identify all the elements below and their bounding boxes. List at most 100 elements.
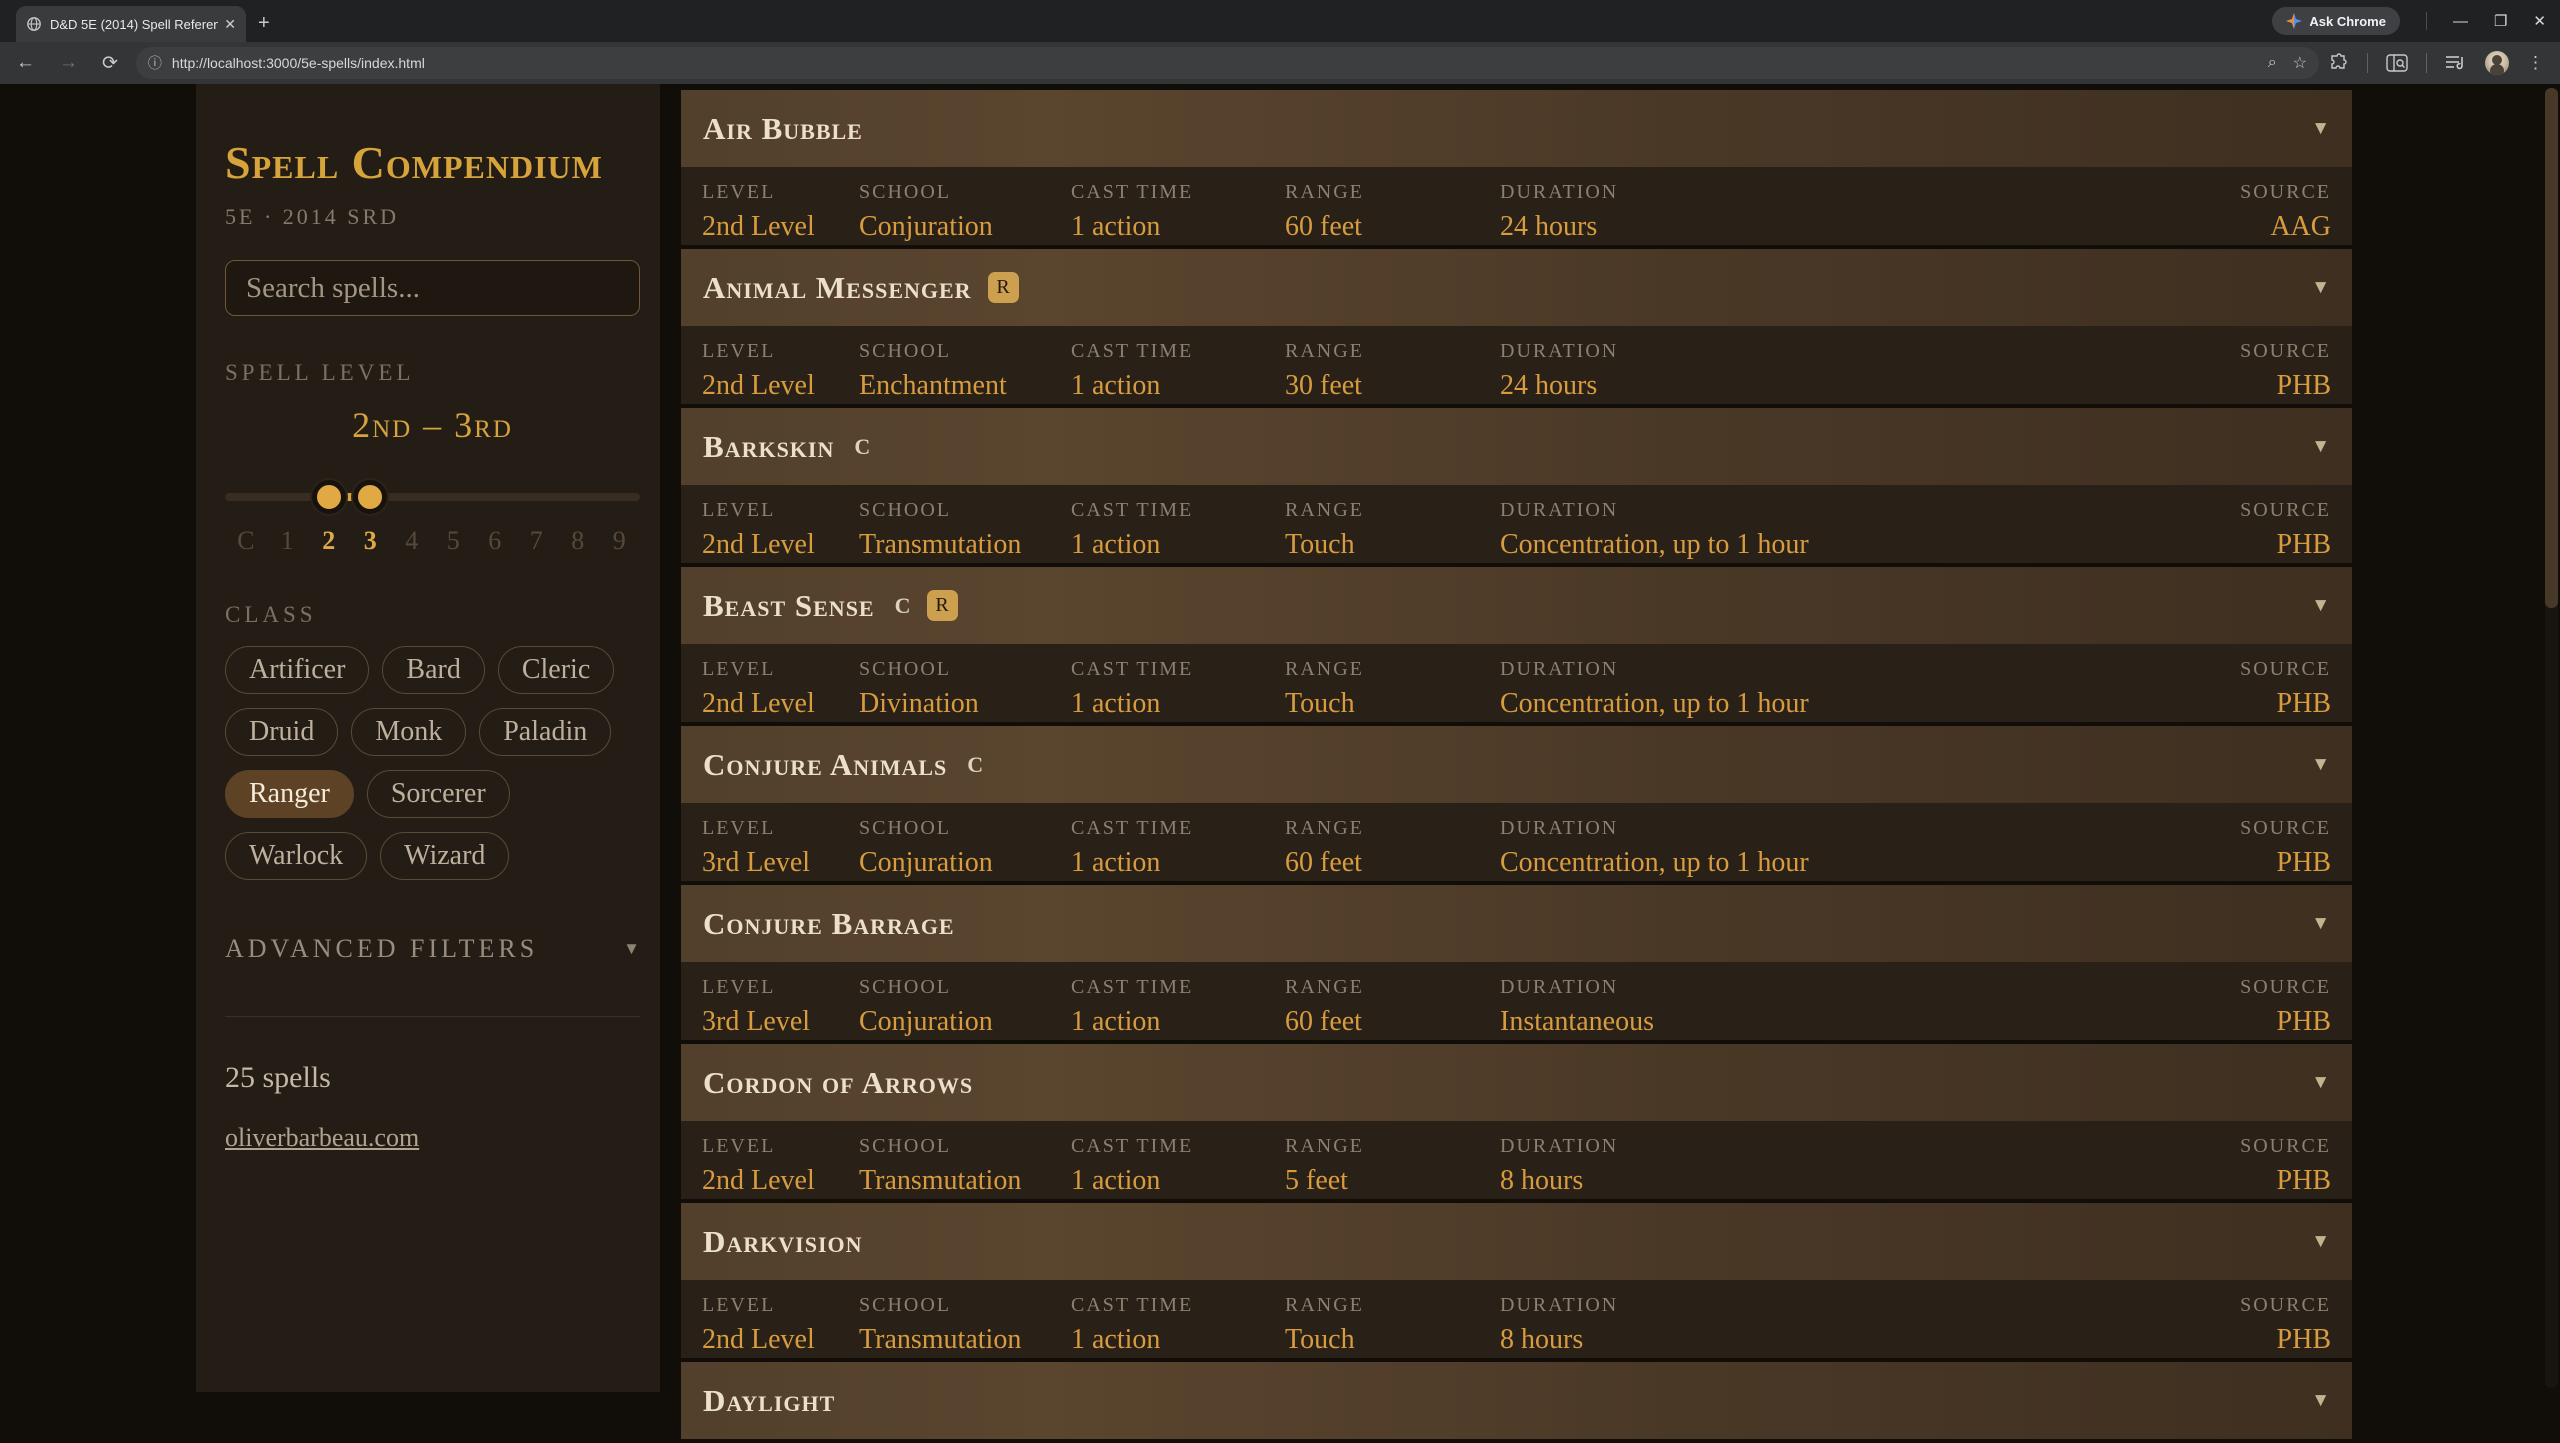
zoom-icon[interactable]: ⌕ xyxy=(2268,54,2277,72)
spell-cast-time-value: 1 action xyxy=(1071,1006,1285,1038)
chevron-down-icon[interactable]: ▼ xyxy=(2311,277,2330,299)
spell-header[interactable]: Conjure Animals C ▼ xyxy=(681,726,2352,803)
back-icon[interactable]: ← xyxy=(16,52,35,74)
spell-level-slider[interactable] xyxy=(225,480,640,514)
spell-header[interactable]: Conjure Barrage ▼ xyxy=(681,885,2352,962)
spell-details: Level2nd Level SchoolDivination Cast Tim… xyxy=(681,644,2352,722)
column-label: Level xyxy=(702,1294,859,1317)
extensions-icon[interactable] xyxy=(2329,53,2349,73)
slider-handle-min[interactable] xyxy=(312,480,346,514)
chevron-down-icon[interactable]: ▼ xyxy=(2311,1072,2330,1094)
chevron-down-icon[interactable]: ▼ xyxy=(2311,118,2330,140)
advanced-filters-toggle[interactable]: Advanced Filters ▼ xyxy=(225,934,640,964)
column-label: Cast Time xyxy=(1071,181,1285,204)
spell-header[interactable]: Beast Sense C R ▼ xyxy=(681,567,2352,644)
class-pill-druid[interactable]: Druid xyxy=(225,708,338,756)
spell-duration-value: 8 hours xyxy=(1500,1165,2240,1197)
column-label: Cast Time xyxy=(1071,1135,1285,1158)
chevron-down-icon[interactable]: ▼ xyxy=(2311,913,2330,935)
page-info-icon[interactable]: ⓘ xyxy=(148,53,162,73)
spell-duration-value: 24 hours xyxy=(1500,370,2240,402)
spell-header[interactable]: Barkskin C ▼ xyxy=(681,408,2352,485)
column-label: Cast Time xyxy=(1071,817,1285,840)
spell-level-value: 3rd Level xyxy=(702,847,859,879)
spell-source-value: PHB xyxy=(2240,1324,2331,1356)
chevron-down-icon[interactable]: ▼ xyxy=(2311,595,2330,617)
class-pill-ranger[interactable]: Ranger xyxy=(225,770,354,818)
sparkle-icon xyxy=(2286,13,2302,29)
chevron-down-icon[interactable]: ▼ xyxy=(2311,1231,2330,1253)
column-label: Source xyxy=(2240,499,2331,522)
spell-details: Level2nd Level SchoolTransmutation Cast … xyxy=(681,1280,2352,1358)
column-label: Duration xyxy=(1500,817,2240,840)
column-label: Duration xyxy=(1500,976,2240,999)
search-input[interactable] xyxy=(225,260,640,316)
chevron-down-icon[interactable]: ▼ xyxy=(2311,1390,2330,1412)
side-panel-search-icon[interactable] xyxy=(2386,54,2408,72)
column-label: Level xyxy=(702,181,859,204)
slider-track[interactable] xyxy=(225,493,640,501)
bookmark-star-icon[interactable]: ☆ xyxy=(2293,53,2307,73)
spell-name: Daylight xyxy=(703,1383,835,1419)
class-pill-paladin[interactable]: Paladin xyxy=(479,708,611,756)
tab-title: D&D 5E (2014) Spell Reference xyxy=(50,17,218,32)
forward-icon[interactable]: → xyxy=(59,52,78,74)
menu-kebab-icon[interactable]: ⋮ xyxy=(2527,53,2544,73)
minimize-icon[interactable]: — xyxy=(2453,13,2468,30)
column-label: Cast Time xyxy=(1071,499,1285,522)
restore-icon[interactable]: ❐ xyxy=(2494,12,2507,30)
spell-header[interactable]: Darkvision ▼ xyxy=(681,1203,2352,1280)
reading-list-icon[interactable] xyxy=(2445,54,2467,72)
spell-level-label: Spell Level xyxy=(225,360,640,386)
chevron-down-icon[interactable]: ▼ xyxy=(2311,754,2330,776)
profile-avatar[interactable] xyxy=(2485,51,2509,75)
spell-duration-value: Concentration, up to 1 hour xyxy=(1500,529,2240,561)
chevron-down-icon[interactable]: ▼ xyxy=(2311,436,2330,458)
scrollbar-thumb[interactable] xyxy=(2545,88,2558,608)
page-background: Spell Compendium 5E · 2014 SRD Spell Lev… xyxy=(0,84,2560,1392)
column-label: Cast Time xyxy=(1071,976,1285,999)
column-label: Source xyxy=(2240,181,2331,204)
class-pill-wizard[interactable]: Wizard xyxy=(380,832,509,880)
url-text[interactable]: http://localhost:3000/5e-spells/index.ht… xyxy=(172,55,2252,71)
class-pill-artificer[interactable]: Artificer xyxy=(225,646,369,694)
spell-source-value: PHB xyxy=(2240,847,2331,879)
concentration-badge: C xyxy=(854,434,870,460)
spell-cast-time-value: 1 action xyxy=(1071,688,1285,720)
result-count: 25 spells xyxy=(225,1061,640,1095)
slider-handle-max[interactable] xyxy=(353,480,387,514)
column-label: Range xyxy=(1285,658,1500,681)
spell-duration-value: 8 hours xyxy=(1500,1324,2240,1356)
browser-tab[interactable]: D&D 5E (2014) Spell Reference ✕ xyxy=(16,6,246,42)
class-pill-warlock[interactable]: Warlock xyxy=(225,832,367,880)
column-label: School xyxy=(859,1135,1071,1158)
new-tab-button[interactable]: + xyxy=(258,10,270,36)
class-pill-cleric[interactable]: Cleric xyxy=(498,646,614,694)
spell-header[interactable]: Cordon of Arrows ▼ xyxy=(681,1044,2352,1121)
column-label: Range xyxy=(1285,340,1500,363)
spell-header[interactable]: Daylight ▼ xyxy=(681,1362,2352,1439)
spell-name: Beast Sense xyxy=(703,588,875,624)
class-pill-sorcerer[interactable]: Sorcerer xyxy=(367,770,510,818)
spell-header[interactable]: Air Bubble ▼ xyxy=(681,90,2352,167)
class-pill-monk[interactable]: Monk xyxy=(351,708,466,756)
spell-header[interactable]: Animal Messenger R ▼ xyxy=(681,249,2352,326)
address-bar[interactable]: ⓘ http://localhost:3000/5e-spells/index.… xyxy=(136,47,2319,79)
spell-school-value: Conjuration xyxy=(859,211,1071,243)
spell-card-cordon-of-arrows: Cordon of Arrows ▼ Level2nd Level School… xyxy=(681,1044,2352,1199)
ritual-badge: R xyxy=(988,272,1019,303)
spell-level-value: 3rd Level xyxy=(702,1006,859,1038)
spell-level-value: 2nd Level xyxy=(702,370,859,402)
reload-icon[interactable]: ⟳ xyxy=(102,52,118,75)
spell-level-value: 2nd Level xyxy=(702,529,859,561)
spell-list: Air Bubble ▼ Level 2nd Level School Conjur… xyxy=(681,90,2352,1443)
class-pill-bard[interactable]: Bard xyxy=(382,646,484,694)
page-subtitle: 5E · 2014 SRD xyxy=(225,204,640,230)
tab-close-icon[interactable]: ✕ xyxy=(224,16,236,33)
page-scrollbar[interactable] xyxy=(2545,88,2558,1388)
close-icon[interactable]: ✕ xyxy=(2533,12,2546,30)
spell-school-value: Divination xyxy=(859,688,1071,720)
ask-chrome-button[interactable]: Ask Chrome xyxy=(2272,7,2400,35)
footer-link[interactable]: oliverbarbeau.com xyxy=(225,1123,419,1153)
spell-level-value: 2nd Level xyxy=(702,1165,859,1197)
